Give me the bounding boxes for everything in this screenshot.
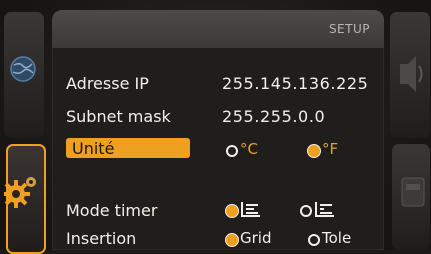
insertion-tole-label[interactable]: Tole — [322, 229, 351, 247]
subnet-value[interactable]: 255.255.0.0 — [222, 107, 325, 126]
gear-icon — [4, 177, 36, 208]
timer-mode-1-radio[interactable] — [226, 205, 238, 217]
insertion-tole-radio[interactable] — [308, 234, 320, 246]
unit-celsius-radio[interactable] — [226, 145, 238, 157]
timer-label: Mode timer — [66, 201, 158, 220]
unit-fahrenheit-label[interactable]: °F — [322, 140, 338, 158]
unit-label[interactable]: Unité — [72, 139, 114, 158]
subnet-label: Subnet mask — [66, 107, 171, 126]
ip-value[interactable]: 255.145.136.225 — [222, 74, 368, 93]
screen: SETUP Adresse IP 255.145.136.225 Subnet … — [0, 0, 431, 254]
timer-mode-icon[interactable] — [314, 200, 336, 218]
timer-mode-icon[interactable] — [240, 200, 262, 218]
timer-mode-2-radio[interactable] — [300, 205, 312, 217]
unit-celsius-label[interactable]: °C — [240, 140, 258, 158]
page-title: SETUP — [328, 22, 370, 36]
insertion-grid-label[interactable]: Grid — [240, 229, 271, 247]
insertion-label: Insertion — [66, 229, 137, 248]
globe-icon — [10, 56, 36, 82]
unit-fahrenheit-radio[interactable] — [308, 145, 320, 157]
ip-label: Adresse IP — [66, 74, 149, 93]
device-icon — [401, 177, 425, 207]
insertion-grid-radio[interactable] — [226, 234, 238, 246]
panel-header: SETUP — [52, 10, 384, 48]
speaker-icon — [400, 56, 423, 92]
